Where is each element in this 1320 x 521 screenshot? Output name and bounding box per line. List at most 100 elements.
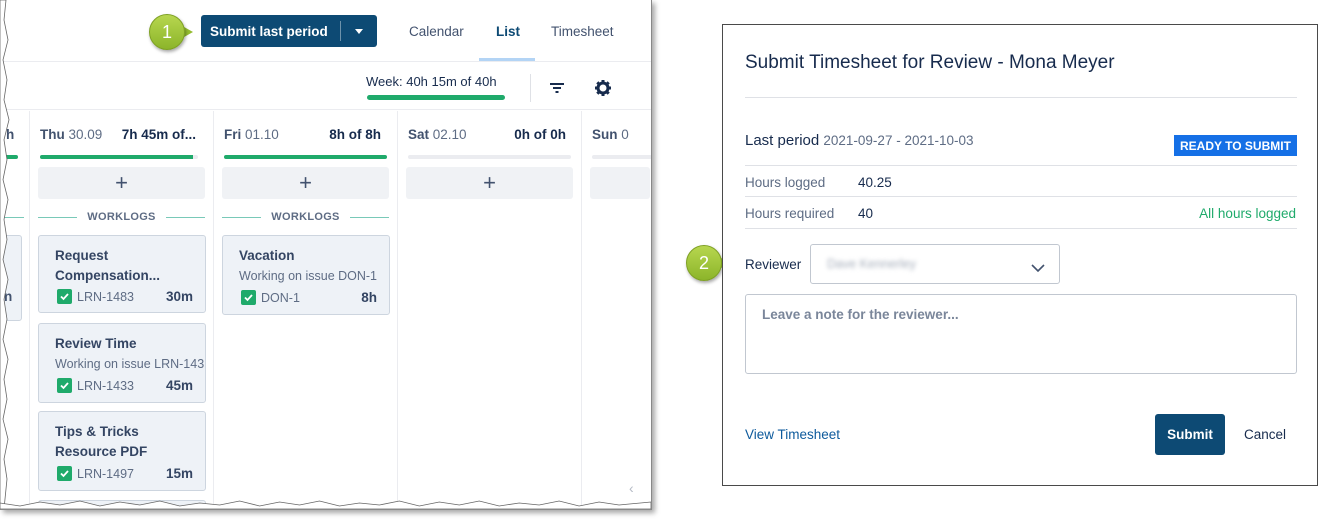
hours-logged-value: 40.25 xyxy=(858,175,892,190)
day-column-sun: Sun 0 xyxy=(582,111,651,509)
day-name-fri: Fri 01.10 xyxy=(224,127,279,142)
worklog-card[interactable]: Vacation Working on issue DON-1 DON-1 8h xyxy=(222,235,390,315)
day-label-fri: Fri xyxy=(224,127,242,142)
checkbox-icon xyxy=(57,466,72,481)
worklogs-label: WORKLOGS xyxy=(271,211,340,223)
day-hours-sat: 0h of 0h xyxy=(514,127,566,142)
day-name-sun: Sun 0 xyxy=(592,127,629,142)
submit-timesheet-dialog: Submit Timesheet for Review - Mona Meyer… xyxy=(722,24,1318,486)
worklog-title: Request Compensation... xyxy=(55,248,161,283)
worklog-description: Working on issue LRN-143: xyxy=(55,357,206,371)
gear-icon[interactable] xyxy=(593,78,613,98)
callout-number: 1 xyxy=(161,22,172,42)
worklog-card[interactable]: Review Time Working on issue LRN-143: LR… xyxy=(38,323,206,403)
worklog-title: Tips & Tricks Resource PDF xyxy=(55,424,148,459)
active-tab-indicator xyxy=(479,58,535,61)
day-label-sun: Sun xyxy=(592,127,618,142)
day-label-thu: Thu xyxy=(40,127,65,142)
submit-last-period-button[interactable]: Submit last period xyxy=(201,15,377,47)
reviewer-note-input[interactable] xyxy=(745,294,1297,374)
week-progress-fill xyxy=(367,95,505,100)
day-name-thu: Thu 30.09 xyxy=(40,127,102,142)
day-column-fri: Fri 01.10 8h of 8h + WORKLOGS Vacation W… xyxy=(214,111,398,509)
cancel-button[interactable]: Cancel xyxy=(1244,427,1286,442)
worklog-issue[interactable]: LRN-1433 xyxy=(57,378,134,393)
day-name-sat: Sat 02.10 xyxy=(408,127,467,142)
status-badge: READY TO SUBMIT xyxy=(1174,135,1297,156)
worklog-issue[interactable]: DON-1 xyxy=(241,290,300,305)
day-date-sat: 02.10 xyxy=(432,127,467,142)
week-progress-bar xyxy=(367,95,505,100)
submit-options-dropdown[interactable] xyxy=(341,28,377,34)
worklog-issue-key: DON-1 xyxy=(261,290,300,305)
day-progress-sun xyxy=(592,155,651,159)
day-progress-fill-fri xyxy=(224,155,387,159)
title-divider xyxy=(745,97,1297,98)
worklog-issue-key: LRN-1483 xyxy=(77,289,134,304)
period-range: 2021-09-27 - 2021-10-03 xyxy=(823,133,974,148)
day-progress-thu xyxy=(40,155,198,159)
worklog-duration: 45m xyxy=(165,378,193,393)
worklog-title: Vacation xyxy=(239,248,295,263)
hours-logged-label: Hours logged xyxy=(745,175,826,190)
reviewer-label: Reviewer xyxy=(745,257,802,272)
add-worklog-button-thu[interactable]: + xyxy=(38,167,205,199)
worklog-issue[interactable]: LRN-1483 xyxy=(57,289,134,304)
day-progress-fri xyxy=(224,155,387,159)
worklog-issue-key: LRN-1497 xyxy=(77,466,134,481)
add-worklog-button-sun[interactable] xyxy=(590,167,650,199)
worklog-duration: 8h xyxy=(361,290,377,305)
tab-list[interactable]: List xyxy=(496,24,520,39)
scroll-left-chevron-icon[interactable]: ‹ xyxy=(629,480,634,496)
worklog-duration: 15m xyxy=(165,466,193,481)
worklogs-line xyxy=(38,216,78,218)
callout-number: 2 xyxy=(698,253,709,273)
day-date-sun: 0 xyxy=(621,127,629,142)
reviewer-value: Dave Kennerley xyxy=(827,257,916,271)
torn-edge-bottom xyxy=(0,500,651,509)
day-date-thu: 30.09 xyxy=(68,127,103,142)
day-column-thu: Thu 30.09 7h 45m of... + WORKLOGS Reques… xyxy=(30,111,214,509)
submit-button[interactable]: Submit xyxy=(1155,414,1225,455)
chevron-down-icon xyxy=(1031,260,1045,278)
callout-1: 1 xyxy=(149,14,195,50)
checkbox-icon xyxy=(57,378,72,393)
week-summary: Week: 40h 15m of 40h xyxy=(366,74,497,89)
tab-calendar[interactable]: Calendar xyxy=(409,24,464,39)
worklogs-header-thu: WORKLOGS xyxy=(38,210,205,224)
worklogs-label: WORKLOGS xyxy=(87,211,156,223)
row-divider xyxy=(745,165,1297,166)
worklog-card[interactable]: Tips & Tricks Resource PDF LRN-1497 15m xyxy=(38,411,206,491)
worklog-description: Working on issue DON-1 xyxy=(239,269,378,283)
worklogs-line xyxy=(222,216,262,218)
add-worklog-button-fri[interactable]: + xyxy=(222,167,389,199)
torn-edge-left xyxy=(0,0,10,509)
timesheet-app-screenshot: Submit last period Calendar List Timeshe… xyxy=(0,0,652,510)
day-column-sat: Sat 02.10 0h of 0h + xyxy=(398,111,582,509)
worklog-duration: 30m xyxy=(165,289,193,304)
worklog-title: Review Time xyxy=(55,336,137,351)
worklogs-line xyxy=(349,216,389,218)
worklog-issue[interactable]: LRN-1497 xyxy=(57,466,134,481)
day-progress-sat xyxy=(408,155,571,159)
day-hours-fri: 8h of 8h xyxy=(329,127,381,142)
add-worklog-button-sat[interactable]: + xyxy=(406,167,573,199)
reviewer-select[interactable]: Dave Kennerley xyxy=(810,244,1060,284)
all-hours-logged-status: All hours logged xyxy=(1199,206,1296,221)
worklogs-line xyxy=(165,216,205,218)
toolbar-divider xyxy=(530,74,531,102)
worklog-card[interactable]: Request Compensation... LRN-1483 30m xyxy=(38,235,206,313)
day-date-fri: 01.10 xyxy=(245,127,279,142)
view-timesheet-link[interactable]: View Timesheet xyxy=(745,427,840,442)
day-progress-fill-thu xyxy=(40,155,194,159)
filter-icon[interactable] xyxy=(547,78,567,98)
worklogs-header-fri: WORKLOGS xyxy=(222,210,389,224)
submit-last-period-label[interactable]: Submit last period xyxy=(201,24,340,39)
period-label: Last period 2021-09-27 - 2021-10-03 xyxy=(745,132,974,149)
top-toolbar: Submit last period Calendar List Timeshe… xyxy=(0,0,651,62)
row-divider xyxy=(745,228,1297,229)
hours-required-value: 40 xyxy=(858,206,874,221)
tab-timesheet[interactable]: Timesheet xyxy=(551,24,614,39)
day-label-sat: Sat xyxy=(408,127,430,142)
row-divider xyxy=(745,196,1297,197)
